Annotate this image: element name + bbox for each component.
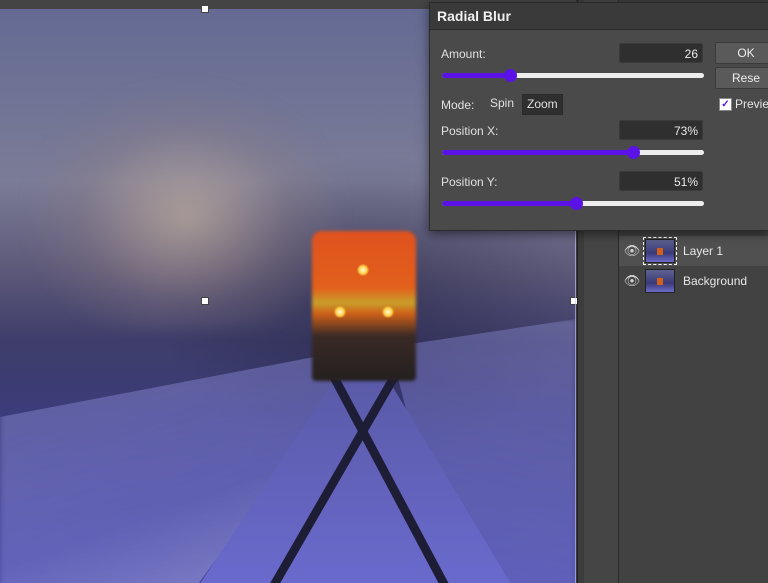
layer-name: Layer 1 xyxy=(683,244,724,258)
amount-slider[interactable] xyxy=(442,69,704,83)
reset-button[interactable]: Rese xyxy=(715,67,768,89)
headlight-left xyxy=(334,306,346,318)
headlight-top xyxy=(357,264,369,276)
position-y-slider-knob[interactable] xyxy=(569,197,583,210)
amount-input[interactable]: 26 xyxy=(619,43,703,63)
layer-row-background[interactable]: 👁 Background xyxy=(619,266,768,296)
transform-handle-top[interactable] xyxy=(201,5,209,13)
layer-thumbnail xyxy=(645,269,675,293)
amount-slider-knob[interactable] xyxy=(504,69,518,82)
position-x-input[interactable]: 73% xyxy=(619,120,703,140)
mode-spin-option[interactable]: Spin xyxy=(486,94,518,113)
position-y-input[interactable]: 51% xyxy=(619,171,703,191)
dialog-title[interactable]: Radial Blur xyxy=(430,3,768,30)
ok-button[interactable]: OK xyxy=(715,42,768,64)
mode-zoom-option[interactable]: Zoom xyxy=(522,94,563,115)
radial-blur-dialog: Radial Blur Amount: 26 Mode: Spin Zoom P… xyxy=(429,2,768,231)
preview-label: Preview xyxy=(735,97,768,111)
layer-name: Background xyxy=(683,274,748,288)
position-x-label: Position X: xyxy=(441,124,499,138)
transform-handle-middle-left[interactable] xyxy=(201,297,209,305)
preview-toggle[interactable]: ✓ Preview xyxy=(719,97,768,111)
eye-icon[interactable]: 👁 xyxy=(619,273,645,289)
eye-icon[interactable]: 👁 xyxy=(619,243,645,259)
amount-label: Amount: xyxy=(441,47,486,61)
position-y-label: Position Y: xyxy=(441,175,498,189)
photo-train xyxy=(312,231,416,381)
position-y-slider[interactable] xyxy=(442,197,704,211)
layers-panel: 👁 Layer 1 👁 Background xyxy=(619,228,768,583)
position-x-slider[interactable] xyxy=(442,146,704,160)
position-x-slider-knob[interactable] xyxy=(627,146,641,159)
check-icon[interactable]: ✓ xyxy=(719,97,732,111)
layer-thumbnail xyxy=(643,237,677,265)
layer-row-layer-1[interactable]: 👁 Layer 1 xyxy=(619,236,768,266)
headlight-right xyxy=(382,306,394,318)
mode-label: Mode: xyxy=(441,98,475,112)
photo-trees xyxy=(20,79,350,329)
